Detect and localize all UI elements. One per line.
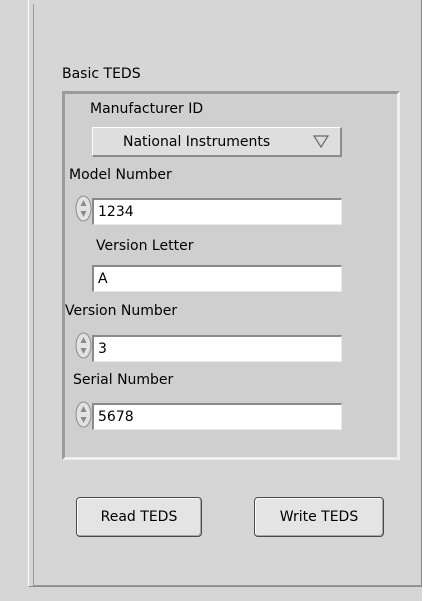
manufacturer-id-ring[interactable]: National Instruments: [92, 127, 342, 157]
write-teds-button[interactable]: Write TEDS: [254, 497, 384, 537]
manufacturer-id-value: National Instruments: [123, 134, 271, 150]
dropdown-arrow-icon[interactable]: [312, 132, 330, 150]
serial-number-label: Serial Number: [73, 372, 174, 388]
version-number-field[interactable]: 3: [92, 335, 342, 362]
manufacturer-id-label: Manufacturer ID: [90, 101, 204, 117]
cluster-title: Basic TEDS: [62, 66, 141, 82]
model-number-spinner-icon[interactable]: [75, 195, 92, 222]
serial-number-spinner-icon[interactable]: [75, 401, 92, 428]
version-letter-label: Version Letter: [96, 238, 194, 254]
read-teds-button[interactable]: Read TEDS: [76, 497, 202, 537]
model-number-field[interactable]: 1234: [92, 198, 342, 225]
version-letter-field[interactable]: A: [92, 265, 342, 292]
version-number-label: Version Number: [65, 303, 178, 319]
serial-number-field[interactable]: 5678: [92, 403, 342, 430]
version-number-spinner-icon[interactable]: [75, 332, 92, 359]
model-number-label: Model Number: [69, 167, 172, 183]
